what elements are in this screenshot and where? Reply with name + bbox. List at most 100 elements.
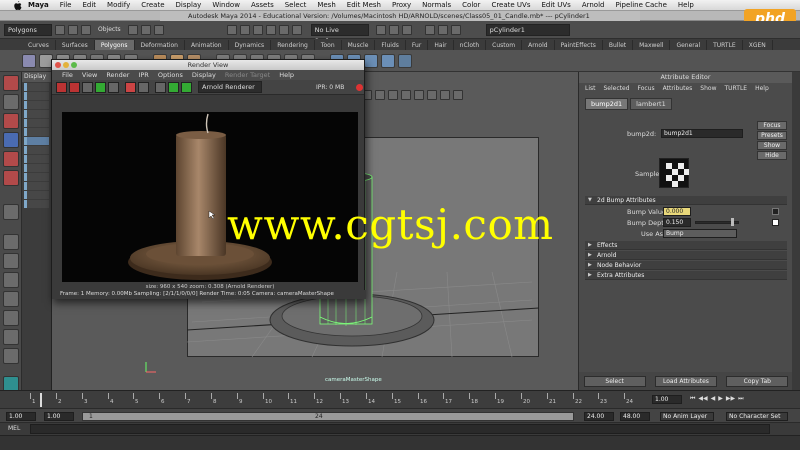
outliner-item[interactable] (24, 173, 49, 181)
render-icon[interactable] (375, 24, 386, 35)
menu-create-uvs[interactable]: Create UVs (491, 1, 530, 9)
shelf-tab-polygons[interactable]: Polygons (94, 40, 135, 50)
remove-image-icon[interactable] (181, 81, 192, 93)
go-to-end-icon[interactable]: ⏭ (738, 395, 743, 403)
outliner-item[interactable] (24, 110, 49, 118)
tab-bump2d1[interactable]: bump2d1 (585, 98, 629, 110)
menu-file[interactable]: File (60, 1, 72, 9)
shelf-tab-surfaces[interactable]: Surfaces (56, 40, 95, 50)
load-attributes-button[interactable]: Load Attributes (654, 375, 717, 387)
channel-box-tabs[interactable] (792, 72, 800, 390)
menu-arnold[interactable]: Arnold (582, 1, 605, 9)
menu-create[interactable]: Create (141, 1, 164, 9)
section-arnold[interactable]: Arnold (585, 251, 787, 260)
character-set-dropdown[interactable]: No Character Set (726, 412, 788, 421)
outliner-icon[interactable] (450, 24, 461, 35)
show-button[interactable]: Show (757, 141, 787, 150)
automatic-mapping-icon[interactable] (381, 53, 395, 68)
snap-grid-icon[interactable] (239, 24, 250, 35)
ae-menu-show[interactable]: Show (700, 83, 716, 94)
outliner-item[interactable] (24, 200, 49, 208)
current-frame-field[interactable]: 1.00 (652, 395, 682, 404)
close-window-icon[interactable] (55, 62, 61, 68)
shelf-tab-xgen[interactable]: XGEN (743, 40, 773, 50)
render-region-icon[interactable] (95, 81, 106, 93)
menu-help[interactable]: Help (678, 1, 694, 9)
snap-view-icon[interactable] (278, 24, 289, 35)
select-button[interactable]: Select (583, 375, 646, 387)
rgb-channel-icon[interactable] (125, 81, 136, 93)
bump-value-field[interactable]: 0.000 (663, 207, 691, 216)
shelf-tab-dynamics[interactable]: Dynamics (229, 40, 272, 50)
make-live-icon[interactable] (291, 24, 302, 35)
select-by-hierarchy-icon[interactable] (127, 24, 138, 35)
rv-menu-file[interactable]: File (62, 70, 73, 80)
menu-normals[interactable]: Normals (422, 1, 451, 9)
ae-menu-help[interactable]: Help (755, 83, 769, 94)
focus-button[interactable]: Focus (757, 121, 787, 130)
rv-menu-render[interactable]: Render (106, 70, 129, 80)
graph-editor-icon[interactable] (437, 24, 448, 35)
refresh-icon[interactable] (82, 81, 93, 93)
menu-edit[interactable]: Edit (82, 1, 96, 9)
spherical-mapping-icon[interactable] (364, 53, 378, 68)
bump-depth-slider-handle[interactable] (731, 218, 734, 226)
ae-menu-focus[interactable]: Focus (638, 83, 655, 94)
menu-modify[interactable]: Modify (107, 1, 130, 9)
outliner-item[interactable] (24, 155, 49, 163)
play-back-icon[interactable]: ◀ (711, 395, 716, 403)
snap-curve-icon[interactable] (252, 24, 263, 35)
lasso-tool-icon[interactable] (3, 94, 19, 110)
presets-button[interactable]: Presets (757, 131, 787, 140)
shelf-tab-muscle[interactable]: Muscle (342, 40, 376, 50)
alpha-channel-icon[interactable] (138, 81, 149, 93)
shelf-tab-custom[interactable]: Custom (486, 40, 523, 50)
outliner-item[interactable] (24, 191, 49, 199)
hypershade-layout-icon[interactable] (3, 329, 19, 345)
menu-maya[interactable]: Maya (28, 1, 49, 9)
minimize-window-icon[interactable] (63, 62, 69, 68)
select-by-object-icon[interactable] (140, 24, 151, 35)
select-by-component-icon[interactable] (153, 24, 164, 35)
shelf-tab-animation[interactable]: Animation (185, 40, 229, 50)
go-to-start-icon[interactable]: ⏮ (690, 395, 695, 403)
shelf-tab-maxwell[interactable]: Maxwell (633, 40, 671, 50)
rv-menu-view[interactable]: View (82, 70, 97, 80)
node-name-field[interactable]: bump2d1 (661, 129, 743, 138)
stop-render-icon[interactable] (356, 84, 363, 91)
range-bar[interactable]: 1 24 (82, 412, 574, 421)
section-effects[interactable]: Effects (585, 241, 787, 250)
shelf-tab-deformation[interactable]: Deformation (135, 40, 185, 50)
outliner-item[interactable] (24, 101, 49, 109)
step-back-icon[interactable]: ◀◀ (698, 395, 707, 403)
playback-end-field[interactable]: 24.00 (584, 412, 614, 421)
section-2d-bump-attributes[interactable]: 2d Bump Attributes (585, 196, 787, 205)
mask-icon[interactable] (226, 24, 237, 35)
render-layout-icon[interactable] (3, 348, 19, 364)
rv-menu-display[interactable]: Display (192, 70, 216, 80)
menu-select[interactable]: Select (285, 1, 307, 9)
menu-window[interactable]: Window (212, 1, 240, 9)
render-settings-icon[interactable] (401, 24, 412, 35)
shelf-tab-bullet[interactable]: Bullet (603, 40, 634, 50)
range-end-field[interactable]: 48.00 (620, 412, 650, 421)
new-scene-icon[interactable] (55, 24, 65, 35)
playback-start-field[interactable]: 1.00 (44, 412, 74, 421)
move-tool-icon[interactable] (3, 132, 19, 148)
shelf-tab-fur[interactable]: Fur (406, 40, 429, 50)
section-node-behavior[interactable]: Node Behavior (585, 261, 787, 270)
snap-point-icon[interactable] (265, 24, 276, 35)
menu-set-dropdown[interactable]: Polygons (4, 23, 52, 36)
scale-tool-icon[interactable] (3, 170, 19, 186)
menu-edit-mesh[interactable]: Edit Mesh (347, 1, 381, 9)
ae-menu-turtle[interactable]: TURTLE (724, 83, 747, 94)
shelf-tab-painteffects[interactable]: PaintEffects (555, 40, 603, 50)
outliner-item[interactable] (24, 164, 49, 172)
snapshot-icon[interactable] (108, 81, 119, 93)
play-forward-icon[interactable]: ▶ (718, 395, 723, 403)
poly-sphere-icon[interactable] (22, 53, 36, 68)
bump-depth-map-button[interactable] (772, 219, 779, 226)
zoom-window-icon[interactable] (71, 62, 77, 68)
shelf-tab-general[interactable]: General (670, 40, 708, 50)
rotate-tool-icon[interactable] (3, 151, 19, 167)
